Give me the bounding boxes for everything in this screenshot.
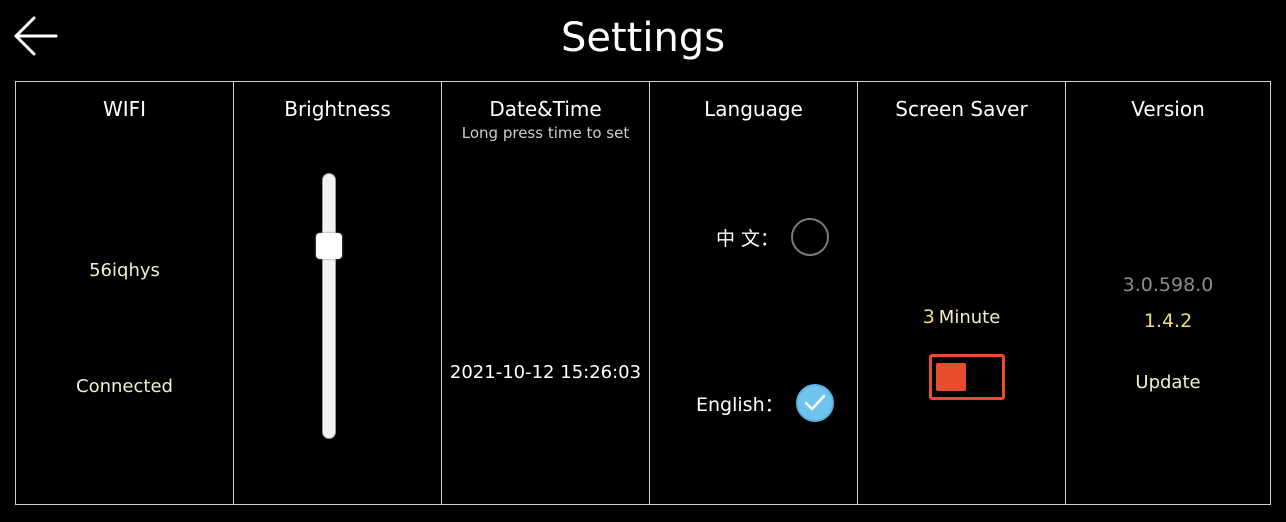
screen-saver-heading: Screen Saver — [895, 97, 1028, 121]
screen-saver-section: Screen Saver 3 Minute — [858, 82, 1066, 504]
settings-panel: WIFI 56iqhys Connected Brightness Date&T… — [15, 81, 1271, 505]
toggle-knob — [936, 363, 966, 391]
radio-checked-icon[interactable] — [795, 384, 834, 422]
language-option-chinese[interactable]: 中 文： — [716, 218, 830, 256]
page-title: Settings — [560, 15, 726, 61]
screen-saver-toggle[interactable] — [929, 354, 1005, 400]
wifi-status: Connected — [76, 376, 173, 397]
app-version: 1.4.2 — [1143, 310, 1193, 332]
datetime-heading: Date&Time — [489, 97, 602, 121]
language-option-label: 中 文： — [716, 227, 780, 250]
version-heading: Version — [1131, 97, 1205, 121]
language-option-label: English： — [696, 393, 784, 416]
radio-unchecked-icon[interactable] — [791, 218, 830, 256]
wifi-heading: WIFI — [102, 97, 147, 121]
system-version: 3.0.598.0 — [1122, 274, 1214, 296]
language-option-english[interactable]: English： — [696, 384, 834, 422]
screen-saver-minutes-unit: Minute — [938, 307, 1001, 328]
language-heading: Language — [704, 97, 803, 121]
language-section: Language 中 文： English： — [650, 82, 858, 504]
brightness-slider[interactable] — [316, 173, 342, 439]
datetime-section: Date&Time Long press time to set 2021-10… — [442, 82, 650, 504]
version-section: Version 3.0.598.0 1.4.2 Update — [1066, 82, 1270, 504]
brightness-section: Brightness — [234, 82, 442, 504]
checkmark-icon — [804, 394, 825, 411]
screen-saver-minutes-value: 3 — [922, 306, 935, 328]
wifi-ssid: 56iqhys — [89, 260, 160, 281]
brightness-heading: Brightness — [284, 97, 391, 121]
brightness-slider-track[interactable] — [322, 173, 336, 439]
brightness-slider-thumb[interactable] — [316, 233, 342, 259]
wifi-section[interactable]: WIFI 56iqhys Connected — [16, 82, 234, 504]
update-button[interactable]: Update — [1066, 372, 1270, 393]
datetime-value[interactable]: 2021-10-12 15:26:03 — [442, 362, 649, 383]
datetime-hint: Long press time to set — [461, 124, 630, 142]
screen-saver-duration[interactable]: 3 Minute — [858, 306, 1065, 328]
